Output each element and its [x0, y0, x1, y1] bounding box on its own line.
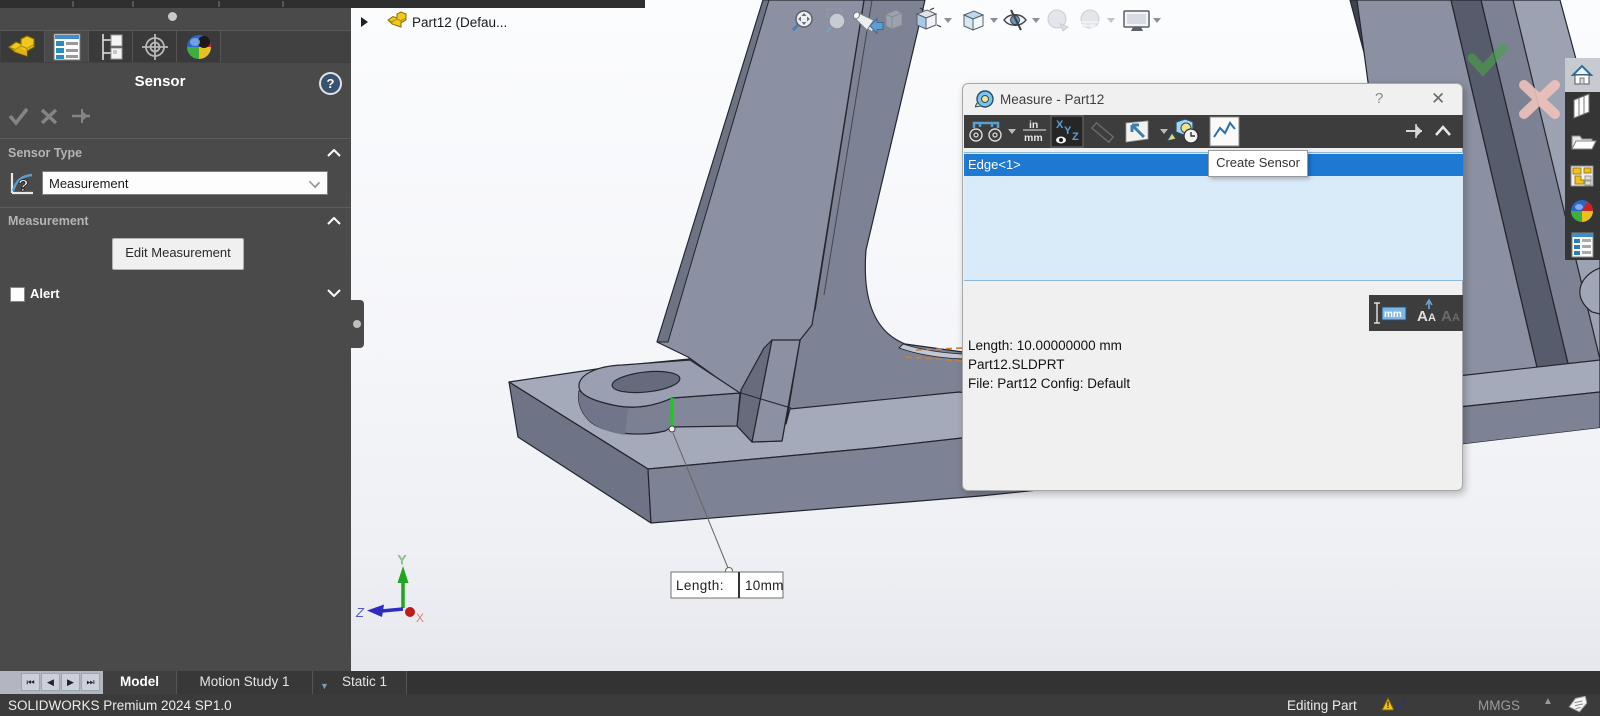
svg-text:Y: Y: [398, 553, 406, 567]
svg-text:Length:: Length:: [676, 578, 724, 593]
svg-text:Z: Z: [355, 605, 365, 620]
svg-text:A: A: [1441, 308, 1452, 325]
svg-text:Part12 (Defau...: Part12 (Defau...: [412, 15, 507, 30]
svg-text:X: X: [416, 611, 424, 625]
svg-text:mm: mm: [1024, 132, 1043, 144]
svg-text:Z: Z: [1072, 131, 1079, 143]
svg-text:A: A: [1452, 312, 1460, 324]
svg-text:Y: Y: [1064, 125, 1072, 137]
svg-text:X: X: [1056, 119, 1064, 131]
svg-text:?: ?: [18, 176, 28, 195]
svg-text:A: A: [1428, 312, 1436, 324]
svg-text:A: A: [1417, 308, 1428, 325]
svg-text:!: !: [1387, 700, 1390, 710]
svg-text:10mm: 10mm: [745, 578, 784, 593]
svg-text:mm: mm: [1384, 309, 1402, 320]
svg-text:in: in: [1029, 119, 1038, 131]
